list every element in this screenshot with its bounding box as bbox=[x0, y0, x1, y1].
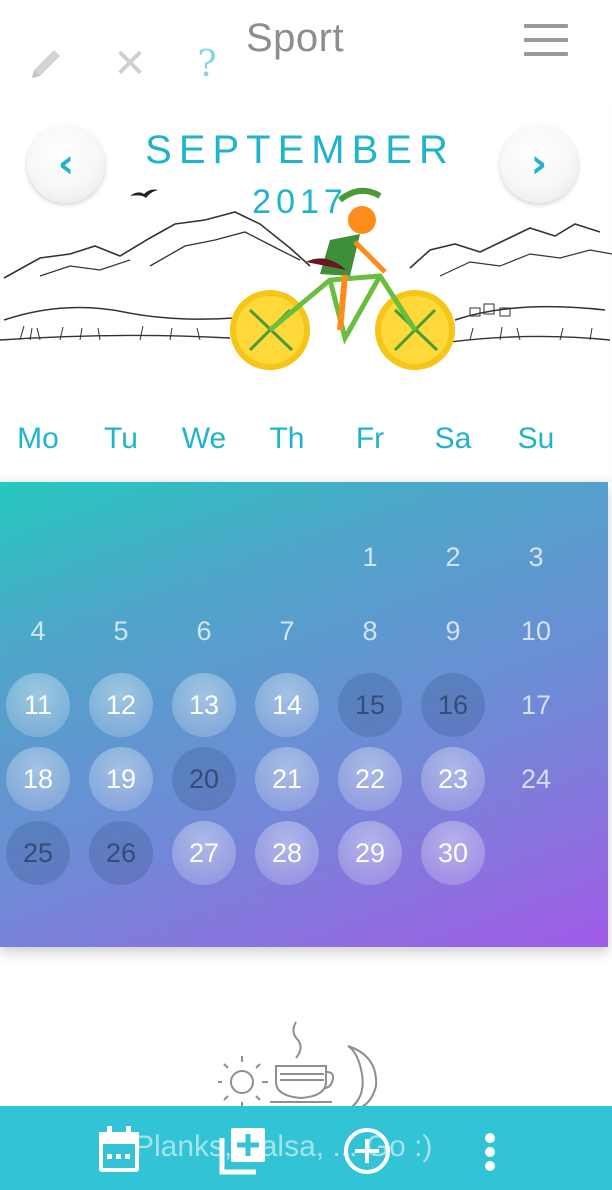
year-label: 2017 bbox=[252, 183, 348, 221]
weekday-header: Mo Tu We Th Fr Sa Su bbox=[0, 422, 612, 464]
calendar-day[interactable]: 20 bbox=[172, 747, 236, 811]
calendar-day[interactable]: 29 bbox=[338, 821, 402, 885]
calendar-day[interactable]: 5 bbox=[89, 599, 153, 663]
weekday-label: Th bbox=[269, 422, 305, 455]
add-note-icon[interactable] bbox=[218, 1126, 268, 1176]
calendar-day[interactable]: 24 bbox=[504, 747, 568, 811]
calendar-day[interactable]: 23 bbox=[421, 747, 485, 811]
page-title: Sport bbox=[246, 16, 345, 60]
weekday-label: Fr bbox=[355, 422, 385, 455]
calendar-day[interactable]: 1 bbox=[338, 525, 402, 589]
calendar-grid: 1 2 3 4 5 6 7 8 9 10 11 12 13 14 15 16 17 18 19 20 21 22 23 24 2… bbox=[0, 482, 608, 947]
calendar-icon[interactable] bbox=[96, 1126, 142, 1174]
calendar-day[interactable]: 8 bbox=[338, 599, 402, 663]
calendar-day[interactable]: 2 bbox=[421, 525, 485, 589]
calendar-day[interactable]: 10 bbox=[504, 599, 568, 663]
moon-icon bbox=[344, 1045, 378, 1112]
calendar-day[interactable]: 3 bbox=[504, 525, 568, 589]
help-icon[interactable]: ? bbox=[192, 44, 222, 85]
calendar-day[interactable]: 19 bbox=[89, 747, 153, 811]
coffee-icon bbox=[270, 1021, 335, 1103]
calendar-day[interactable]: 14 bbox=[255, 673, 319, 737]
calendar-day[interactable]: 13 bbox=[172, 673, 236, 737]
calendar-day[interactable]: 6 bbox=[172, 599, 236, 663]
calendar-day[interactable]: 27 bbox=[172, 821, 236, 885]
calendar-day[interactable]: 21 bbox=[255, 747, 319, 811]
weekday-label: We bbox=[181, 422, 227, 455]
calendar-day[interactable]: 9 bbox=[421, 599, 485, 663]
calendar-day[interactable]: 12 bbox=[89, 673, 153, 737]
prev-month-button[interactable]: ‹ bbox=[27, 125, 105, 203]
more-vert-icon[interactable] bbox=[480, 1130, 500, 1174]
weekday-label: Sa bbox=[434, 422, 472, 455]
calendar-day[interactable]: 18 bbox=[6, 747, 70, 811]
next-month-button[interactable]: › bbox=[500, 125, 578, 203]
weekday-label: Su bbox=[517, 422, 555, 455]
calendar-day[interactable]: 4 bbox=[6, 599, 70, 663]
sun-icon bbox=[218, 1056, 268, 1108]
weekday-label: Mo bbox=[17, 422, 59, 455]
add-circle-icon[interactable] bbox=[342, 1126, 392, 1176]
calendar-day[interactable]: 11 bbox=[6, 673, 70, 737]
calendar-day[interactable]: 17 bbox=[504, 673, 568, 737]
top-bar: ✕ ? Sport bbox=[0, 0, 612, 102]
calendar-day[interactable]: 26 bbox=[89, 821, 153, 885]
month-label: SEPTEMBER bbox=[145, 128, 455, 172]
calendar-day[interactable]: 22 bbox=[338, 747, 402, 811]
calendar-day[interactable]: 15 bbox=[338, 673, 402, 737]
weekday-label: Tu bbox=[104, 422, 138, 455]
calendar-day[interactable]: 28 bbox=[255, 821, 319, 885]
calendar-day[interactable]: 30 bbox=[421, 821, 485, 885]
mood-icons bbox=[218, 1021, 378, 1112]
calendar-day[interactable]: 16 bbox=[421, 673, 485, 737]
calendar-day[interactable]: 25 bbox=[6, 821, 70, 885]
pencil-icon[interactable] bbox=[24, 42, 68, 86]
menu-icon[interactable] bbox=[524, 24, 568, 58]
calendar-day[interactable]: 7 bbox=[255, 599, 319, 663]
close-icon[interactable]: ✕ bbox=[110, 44, 150, 84]
